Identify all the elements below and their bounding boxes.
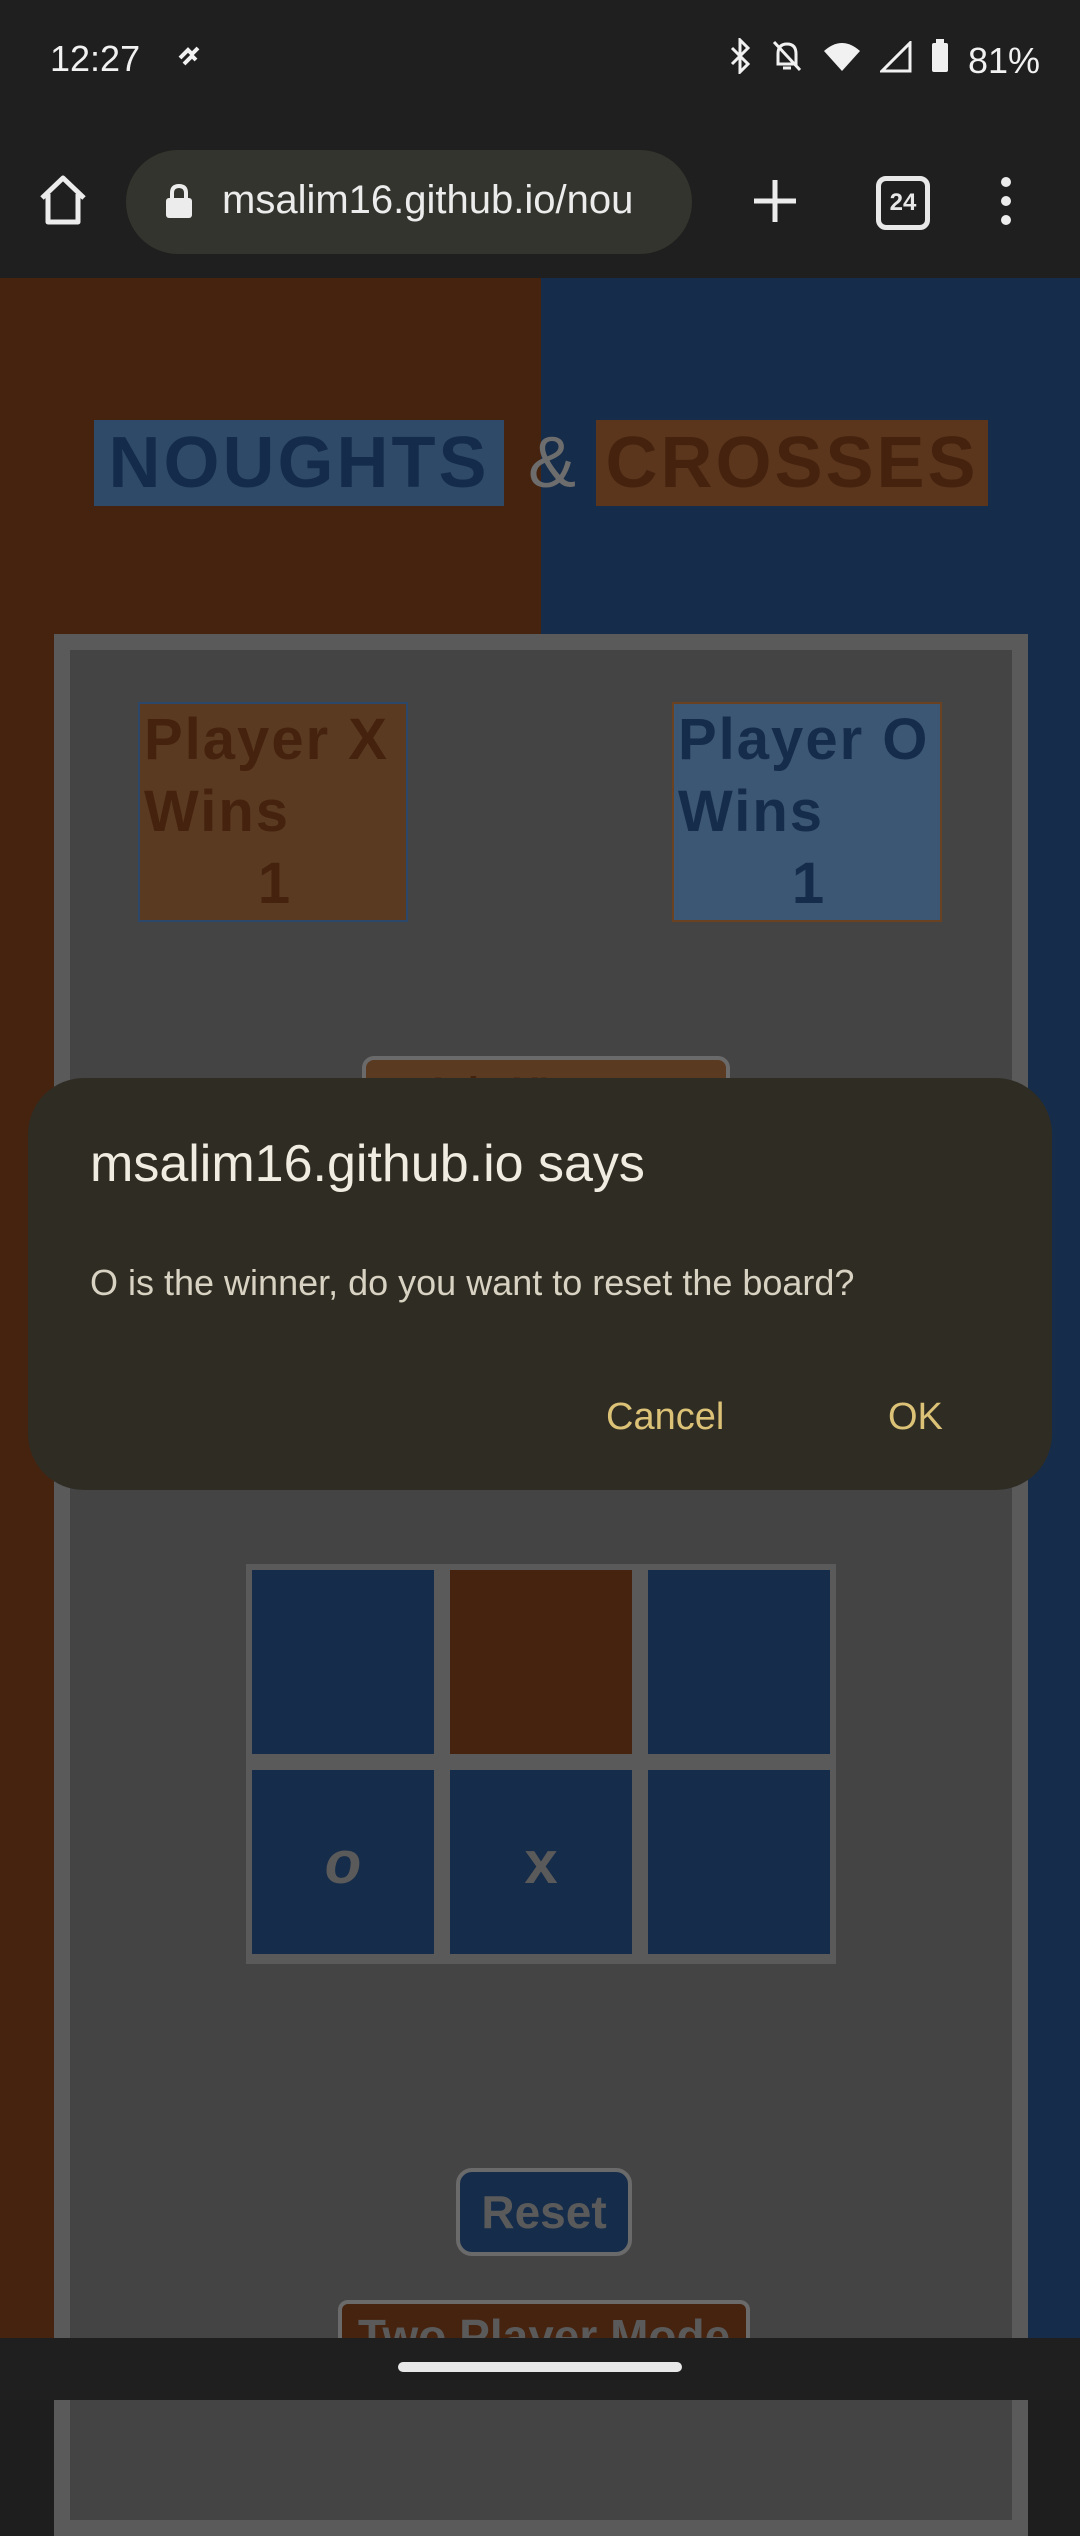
tab-count: 24 <box>889 189 917 216</box>
signal-icon <box>878 38 912 82</box>
dialog-message: O is the winner, do you want to reset th… <box>90 1262 855 1303</box>
game-board: o x <box>246 1564 836 1964</box>
url-text: msalim16.github.io/nou <box>222 178 634 222</box>
more-menu-icon[interactable] <box>998 176 1014 231</box>
status-icons: 81% <box>728 36 1040 83</box>
address-bar[interactable]: msalim16.github.io/nou <box>126 150 692 254</box>
browser-toolbar: msalim16.github.io/nou 24 <box>0 130 1080 278</box>
game-panel: Player X Wins 1 Player O Wins 1 It is X'… <box>54 634 1028 2536</box>
wifi-icon <box>822 40 862 82</box>
new-tab-icon[interactable] <box>752 178 798 229</box>
board-cell[interactable] <box>648 1770 830 1954</box>
title-noughts: NOUGHTS <box>94 420 504 506</box>
title-crosses: CROSSES <box>596 420 988 506</box>
lock-icon <box>164 183 194 230</box>
tab-switcher-button[interactable]: 24 <box>876 176 930 230</box>
bluetooth-icon <box>728 36 752 83</box>
status-time: 12:27 <box>50 38 141 79</box>
battery-icon <box>930 38 950 83</box>
board-cell[interactable]: o <box>252 1770 434 1954</box>
alert-dialog: msalim16.github.io says O is the winner,… <box>28 1078 1052 1490</box>
status-bar: 12:27 81% <box>0 0 1080 130</box>
home-icon[interactable] <box>38 174 88 231</box>
mute-icon <box>770 38 804 83</box>
dialog-title: msalim16.github.io says <box>90 1135 645 1193</box>
reset-button[interactable]: Reset <box>456 2168 632 2256</box>
score-x-value: 1 <box>257 851 293 916</box>
battery-percent: 81% <box>967 39 1040 81</box>
navigation-bar <box>0 2338 1080 2400</box>
score-player-x: Player X Wins 1 <box>138 702 408 922</box>
title-ampersand: & <box>527 423 577 503</box>
board-cell[interactable] <box>450 1570 632 1754</box>
game-panel-inner: Player X Wins 1 Player O Wins 1 It is X'… <box>70 650 1012 2520</box>
cancel-button[interactable]: Cancel <box>606 1396 724 1439</box>
score-x-label: Player X Wins <box>144 707 389 844</box>
board-cell[interactable]: x <box>450 1770 632 1954</box>
home-gesture-handle[interactable] <box>398 2362 682 2372</box>
board-cell[interactable] <box>252 1570 434 1754</box>
score-o-label: Player O Wins <box>678 707 930 844</box>
score-player-o: Player O Wins 1 <box>672 702 942 922</box>
score-o-value: 1 <box>791 851 827 916</box>
board-cell[interactable] <box>648 1570 830 1754</box>
notification-icon <box>176 44 204 75</box>
ok-button[interactable]: OK <box>888 1396 943 1439</box>
